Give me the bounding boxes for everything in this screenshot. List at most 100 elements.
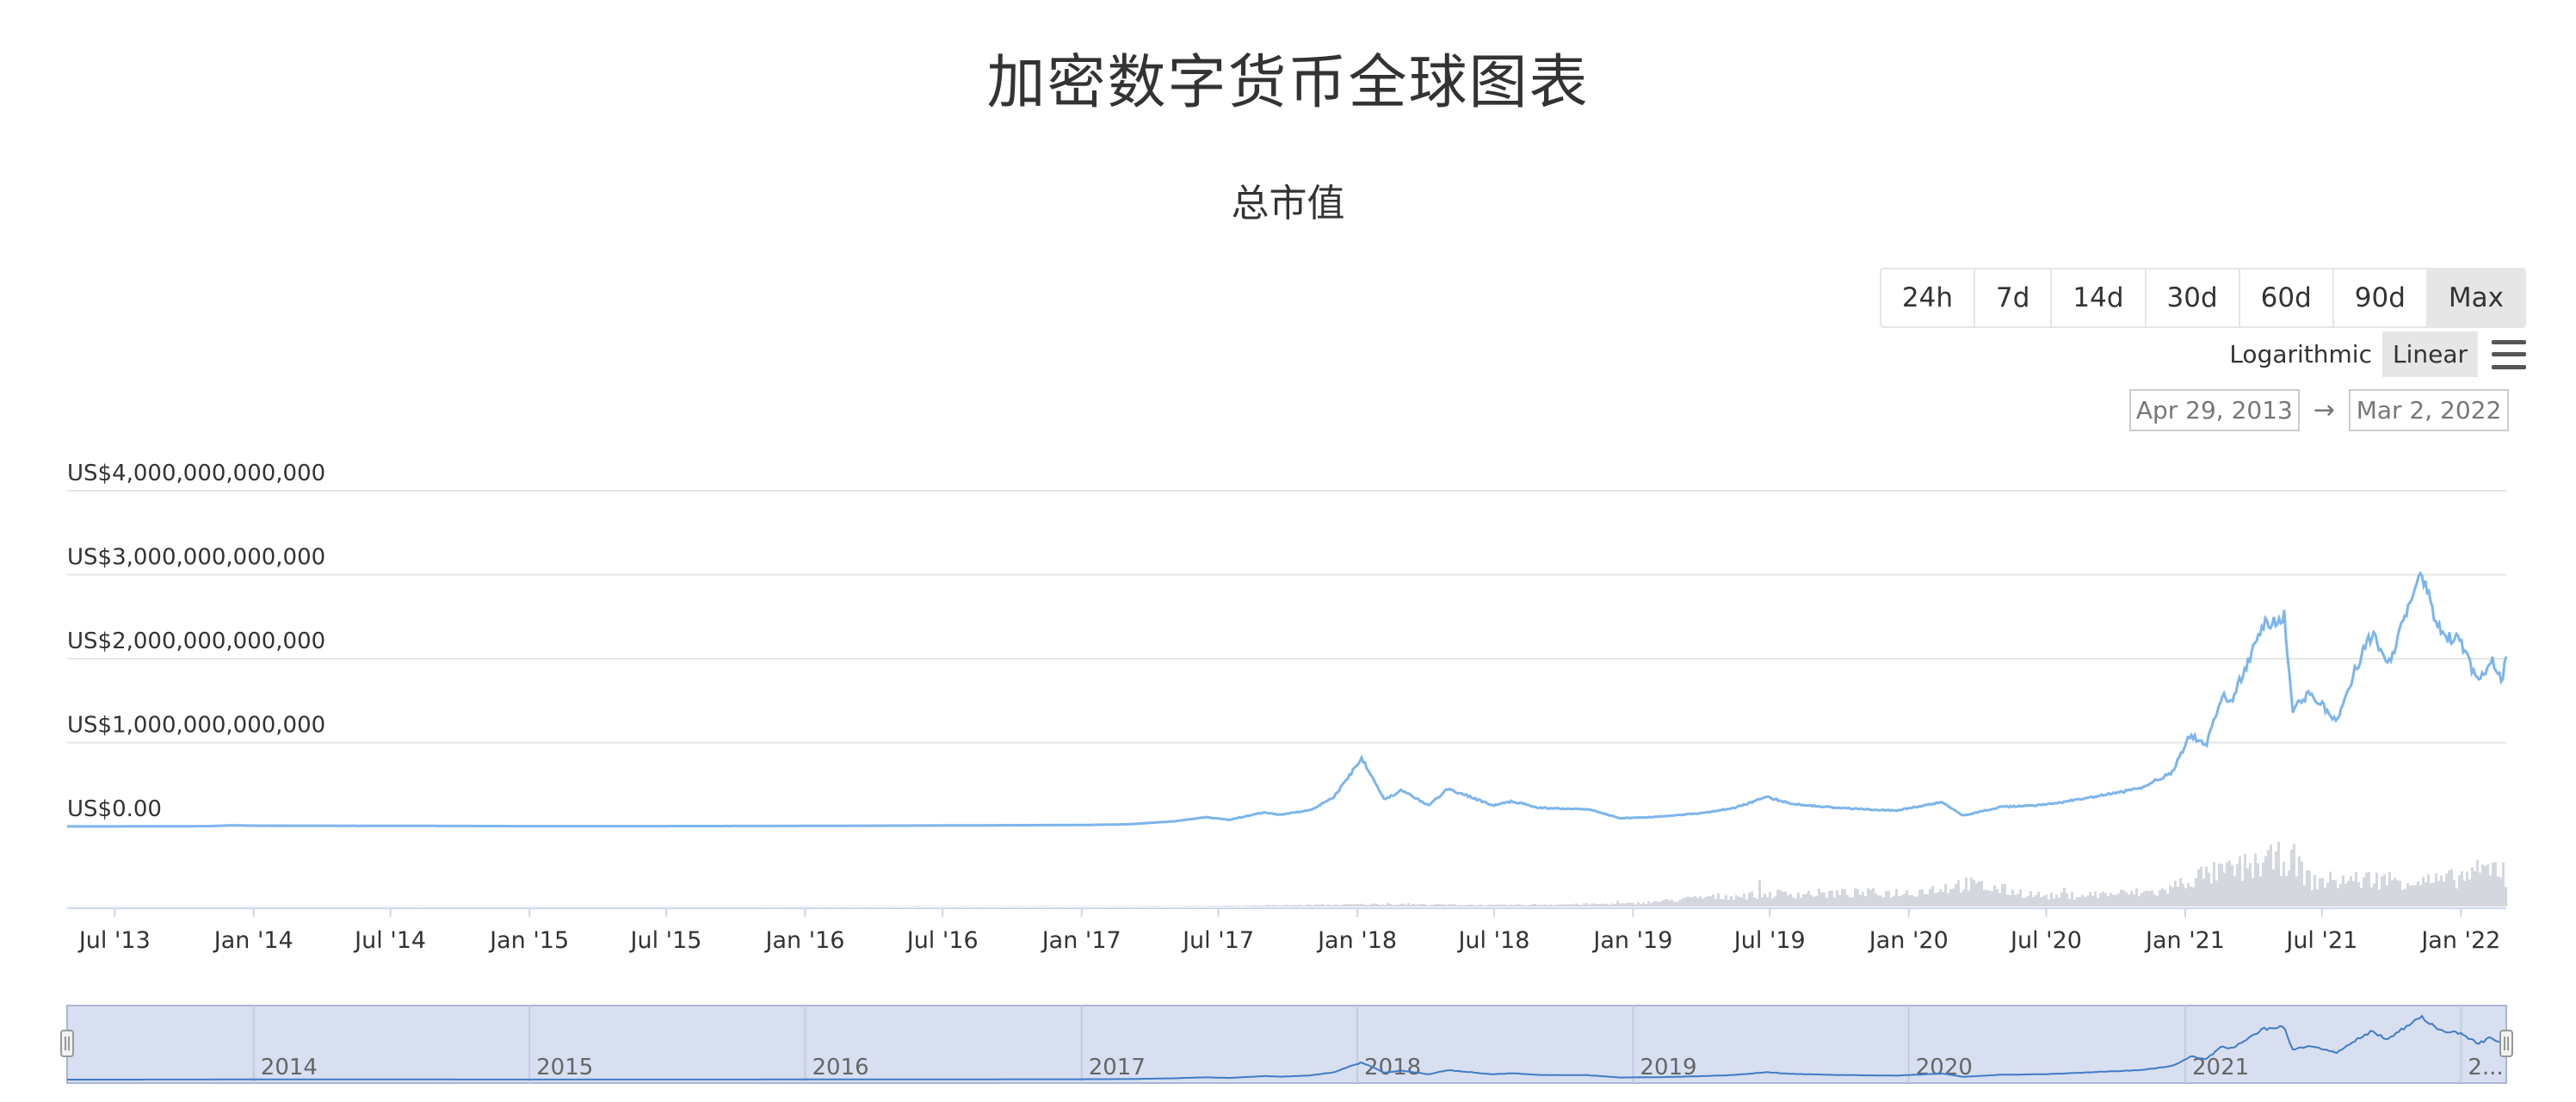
volume-bar bbox=[2182, 883, 2184, 907]
volume-bar bbox=[2218, 863, 2221, 907]
volume-bar bbox=[772, 906, 775, 907]
volume-bar bbox=[2313, 875, 2316, 907]
volume-bar bbox=[834, 906, 837, 907]
volume-bar bbox=[1343, 904, 1345, 907]
volume-bar bbox=[1221, 906, 1224, 907]
volume-bar bbox=[777, 906, 780, 907]
x-axis: Jul '13 Jan '14 Jul '14 Jan '15 Jul '15 Jan '… bbox=[67, 907, 2506, 954]
volume-bar bbox=[1800, 897, 1802, 907]
volume-bar bbox=[1764, 894, 1766, 907]
volume-bar bbox=[1232, 905, 1234, 907]
volume-bar bbox=[1467, 905, 1469, 907]
volume-bar bbox=[1399, 903, 1402, 907]
volume-bar bbox=[1694, 895, 1696, 907]
volume-bar bbox=[1211, 906, 1214, 907]
volume-bar bbox=[1407, 903, 1410, 907]
volume-bar bbox=[2239, 856, 2241, 907]
navigator-label: 2017 bbox=[1089, 1055, 1146, 1080]
volume-bar bbox=[1002, 906, 1004, 907]
volume-bar bbox=[2479, 872, 2481, 907]
volume-bar bbox=[1219, 906, 1221, 907]
navigator-right-handle[interactable] bbox=[2499, 1030, 2513, 1057]
volume-bar bbox=[1603, 904, 1606, 907]
volume-bar bbox=[2417, 881, 2419, 907]
volume-bar bbox=[2241, 881, 2244, 907]
volume-bar bbox=[1880, 895, 1882, 907]
volume-bar bbox=[2283, 861, 2285, 907]
volume-bar bbox=[1283, 905, 1286, 907]
volume-bar bbox=[2004, 884, 2006, 907]
volume-bar bbox=[1090, 906, 1092, 907]
volume-bar bbox=[2293, 844, 2295, 907]
x-tick-label: Jul '17 bbox=[1181, 927, 1254, 954]
volume-bar bbox=[1387, 902, 1389, 907]
volume-bar bbox=[1975, 882, 1978, 907]
volume-bar bbox=[1113, 906, 1115, 907]
volume-bar bbox=[2285, 876, 2288, 907]
volume-bar bbox=[1578, 904, 1580, 907]
volume-bar bbox=[1565, 904, 1567, 907]
volume-bar bbox=[2342, 875, 2344, 907]
volume-bar bbox=[1361, 903, 1363, 907]
volume-bar bbox=[1485, 905, 1487, 907]
volume-bar bbox=[1784, 891, 1787, 907]
volume-bar bbox=[2197, 869, 2200, 907]
volume-bar bbox=[1627, 902, 1629, 907]
navigator-label: 2016 bbox=[812, 1055, 868, 1080]
volume-bar bbox=[2396, 880, 2399, 907]
volume-bar bbox=[1862, 892, 1864, 907]
volume-bar bbox=[1146, 906, 1149, 907]
volume-bar bbox=[1727, 900, 1730, 907]
volume-bar bbox=[2050, 892, 2053, 907]
volume-bar bbox=[1410, 904, 1412, 907]
volume-bar bbox=[1580, 905, 1583, 907]
volume-bar bbox=[1906, 890, 1908, 907]
volume-bar bbox=[2156, 895, 2159, 907]
volume-bar bbox=[2148, 890, 2151, 907]
volume-bar bbox=[1242, 906, 1245, 907]
volume-bar bbox=[1433, 904, 1436, 907]
volume-bar bbox=[1660, 901, 1663, 907]
volume-bar bbox=[1172, 906, 1175, 907]
volume-bar bbox=[1405, 904, 1407, 907]
volume-bar bbox=[2494, 862, 2497, 907]
volume-bar bbox=[1072, 906, 1074, 907]
volume-bar bbox=[1041, 906, 1043, 907]
volume-bar bbox=[1678, 900, 1681, 907]
volume-bar bbox=[1867, 888, 1869, 907]
volume-bar bbox=[1301, 905, 1304, 907]
x-tick-label: Jul '13 bbox=[77, 927, 151, 954]
volume-bar bbox=[1356, 904, 1358, 907]
volume-bar bbox=[2159, 889, 2161, 907]
volume-bar bbox=[1968, 890, 1970, 907]
volume-bar bbox=[1645, 904, 1647, 907]
volume-bar bbox=[2006, 895, 2009, 907]
volume-bar bbox=[1066, 906, 1069, 907]
volume-bar bbox=[1286, 904, 1288, 907]
volume-bar bbox=[2425, 882, 2427, 907]
volume-bar bbox=[1921, 888, 1924, 907]
volume-bar bbox=[1743, 894, 1745, 907]
volume-bar bbox=[2200, 866, 2202, 907]
volume-bar bbox=[1856, 889, 1859, 907]
volume-bar bbox=[1779, 890, 1782, 907]
volume-bar bbox=[963, 906, 966, 907]
volume-bar bbox=[1632, 902, 1634, 907]
volume-bar bbox=[2027, 895, 2029, 907]
volume-bar bbox=[1993, 885, 1996, 907]
volume-bar bbox=[2184, 888, 2187, 907]
volume-bar bbox=[2035, 895, 2037, 907]
volume-bar bbox=[1766, 896, 1769, 907]
volume-bar bbox=[1368, 904, 1371, 907]
navigator-left-handle[interactable] bbox=[60, 1030, 74, 1057]
volume-bar bbox=[1733, 899, 1735, 907]
volume-bar bbox=[1619, 903, 1622, 907]
volume-bar bbox=[961, 906, 963, 907]
volume-bar bbox=[2040, 897, 2042, 907]
volume-bar bbox=[1769, 891, 1771, 907]
volume-bar bbox=[1797, 892, 1800, 907]
volume-bar bbox=[1487, 904, 1490, 907]
volume-bar bbox=[2334, 880, 2337, 907]
volume-bar bbox=[1720, 899, 1722, 907]
navigator[interactable]: 2014 2015 2016 2017 2018 2019 2020 2021 2... bbox=[60, 1005, 2513, 1084]
